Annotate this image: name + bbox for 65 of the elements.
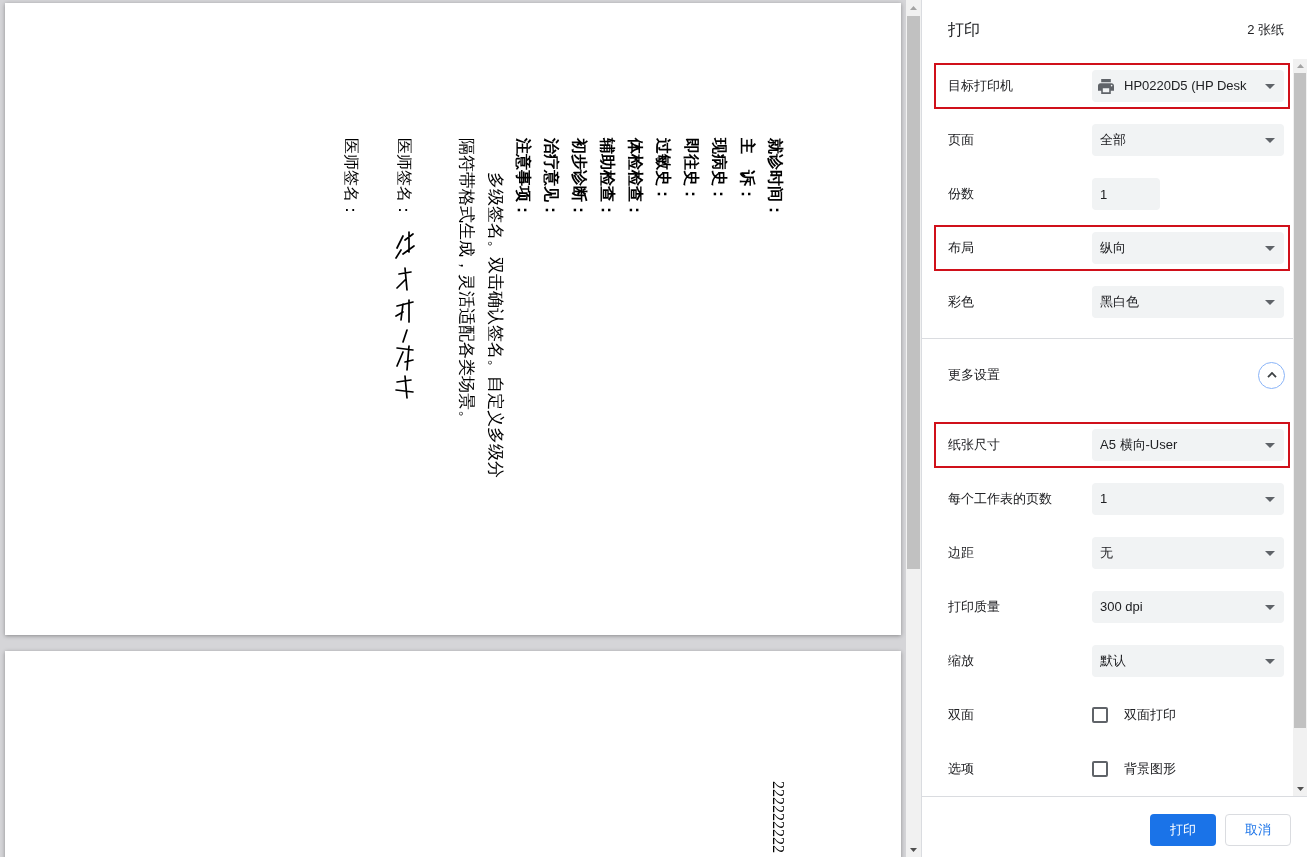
- checkbox-label[interactable]: 双面打印: [1124, 705, 1176, 725]
- setting-label: 份数: [948, 185, 975, 204]
- scroll-up-arrow-icon[interactable]: [1296, 64, 1304, 68]
- setting-label: 双面: [948, 706, 975, 725]
- setting-label: 选项: [948, 760, 975, 779]
- printer-select[interactable]: HP0220D5 (HP Desk: [1092, 70, 1284, 102]
- dropdown-arrow-icon: [1265, 245, 1275, 251]
- page-text: 222222222: [770, 781, 786, 853]
- checkbox[interactable]: [1092, 707, 1108, 723]
- print-button[interactable]: 打印: [1150, 814, 1216, 846]
- scroll-down-arrow-icon[interactable]: [1296, 787, 1304, 791]
- dropdown-arrow-icon: [1265, 496, 1275, 502]
- field-label: 辅助检查：: [599, 138, 617, 218]
- checkbox-label[interactable]: 背景图形: [1124, 759, 1176, 779]
- field-label: 过敏史：: [655, 138, 673, 202]
- field-label: 治疗意见：: [543, 138, 561, 218]
- setting-label: 纸张尺寸: [948, 436, 1001, 455]
- dropdown-select[interactable]: 纵向: [1092, 232, 1284, 264]
- scrollbar-track[interactable]: [906, 0, 921, 857]
- setting-label: 打印质量: [948, 598, 1001, 617]
- dropdown-select[interactable]: 全部: [1092, 124, 1284, 156]
- setting-label: 彩色: [948, 293, 975, 312]
- copies-input[interactable]: 1: [1092, 178, 1160, 210]
- checkbox[interactable]: [1092, 761, 1108, 777]
- setting-label: 每个工作表的页数: [948, 490, 1053, 509]
- setting-label: 布局: [948, 239, 975, 258]
- setting-label: 边距: [948, 544, 975, 563]
- chevron-up-icon: [1266, 372, 1277, 378]
- dropdown-select[interactable]: 300 dpi: [1092, 591, 1284, 623]
- paragraph-text: 多级签名。双击确认签名。自定义多级分隔符带格式生成，灵活适配各类场景。: [456, 138, 506, 479]
- dropdown-select[interactable]: 默认: [1092, 645, 1284, 677]
- dropdown-arrow-icon: [1265, 442, 1275, 448]
- scrollbar-thumb[interactable]: [907, 16, 920, 569]
- dialog-title: 打印: [948, 19, 980, 40]
- collapse-button[interactable]: [1258, 361, 1285, 389]
- scroll-up-arrow-icon[interactable]: [910, 5, 917, 10]
- dropdown-select[interactable]: 黑白色: [1092, 286, 1284, 318]
- dropdown-arrow-icon: [1265, 658, 1275, 664]
- field-label: 就诊时间：: [767, 138, 785, 218]
- dropdown-arrow-icon: [1265, 604, 1275, 610]
- field-label: 初步诊断：: [571, 138, 589, 218]
- dropdown-select[interactable]: 1: [1092, 483, 1284, 515]
- dropdown-select[interactable]: 无: [1092, 537, 1284, 569]
- setting-label: 目标打印机: [948, 77, 1014, 96]
- field-label: 现病史：: [711, 138, 729, 202]
- dropdown-arrow-icon: [1265, 550, 1275, 556]
- dropdown-arrow-icon: [1265, 83, 1275, 89]
- more-settings-label: 更多设置: [948, 366, 1000, 385]
- printer-icon: [1098, 78, 1114, 94]
- field-label: 体检检查：: [627, 138, 645, 218]
- scroll-down-arrow-icon[interactable]: [910, 847, 917, 852]
- scrollbar-thumb[interactable]: [1294, 73, 1306, 728]
- signature-label: 医师签名：: [396, 138, 414, 218]
- dropdown-arrow-icon: [1265, 137, 1275, 143]
- sheet-count: 2 张纸: [1247, 20, 1284, 39]
- field-label: 注意事项：: [515, 138, 533, 218]
- setting-label: 缩放: [948, 652, 975, 671]
- scrollbar-track[interactable]: [1293, 59, 1307, 796]
- field-label: 主 诉：: [739, 138, 757, 202]
- dropdown-arrow-icon: [1265, 299, 1275, 305]
- field-label: 即往史：: [683, 138, 701, 202]
- setting-label: 页面: [948, 131, 975, 150]
- signature-label: 医师签名：: [343, 138, 361, 218]
- dropdown-select[interactable]: A5 横向-User: [1092, 429, 1284, 461]
- cancel-button[interactable]: 取消: [1225, 814, 1291, 846]
